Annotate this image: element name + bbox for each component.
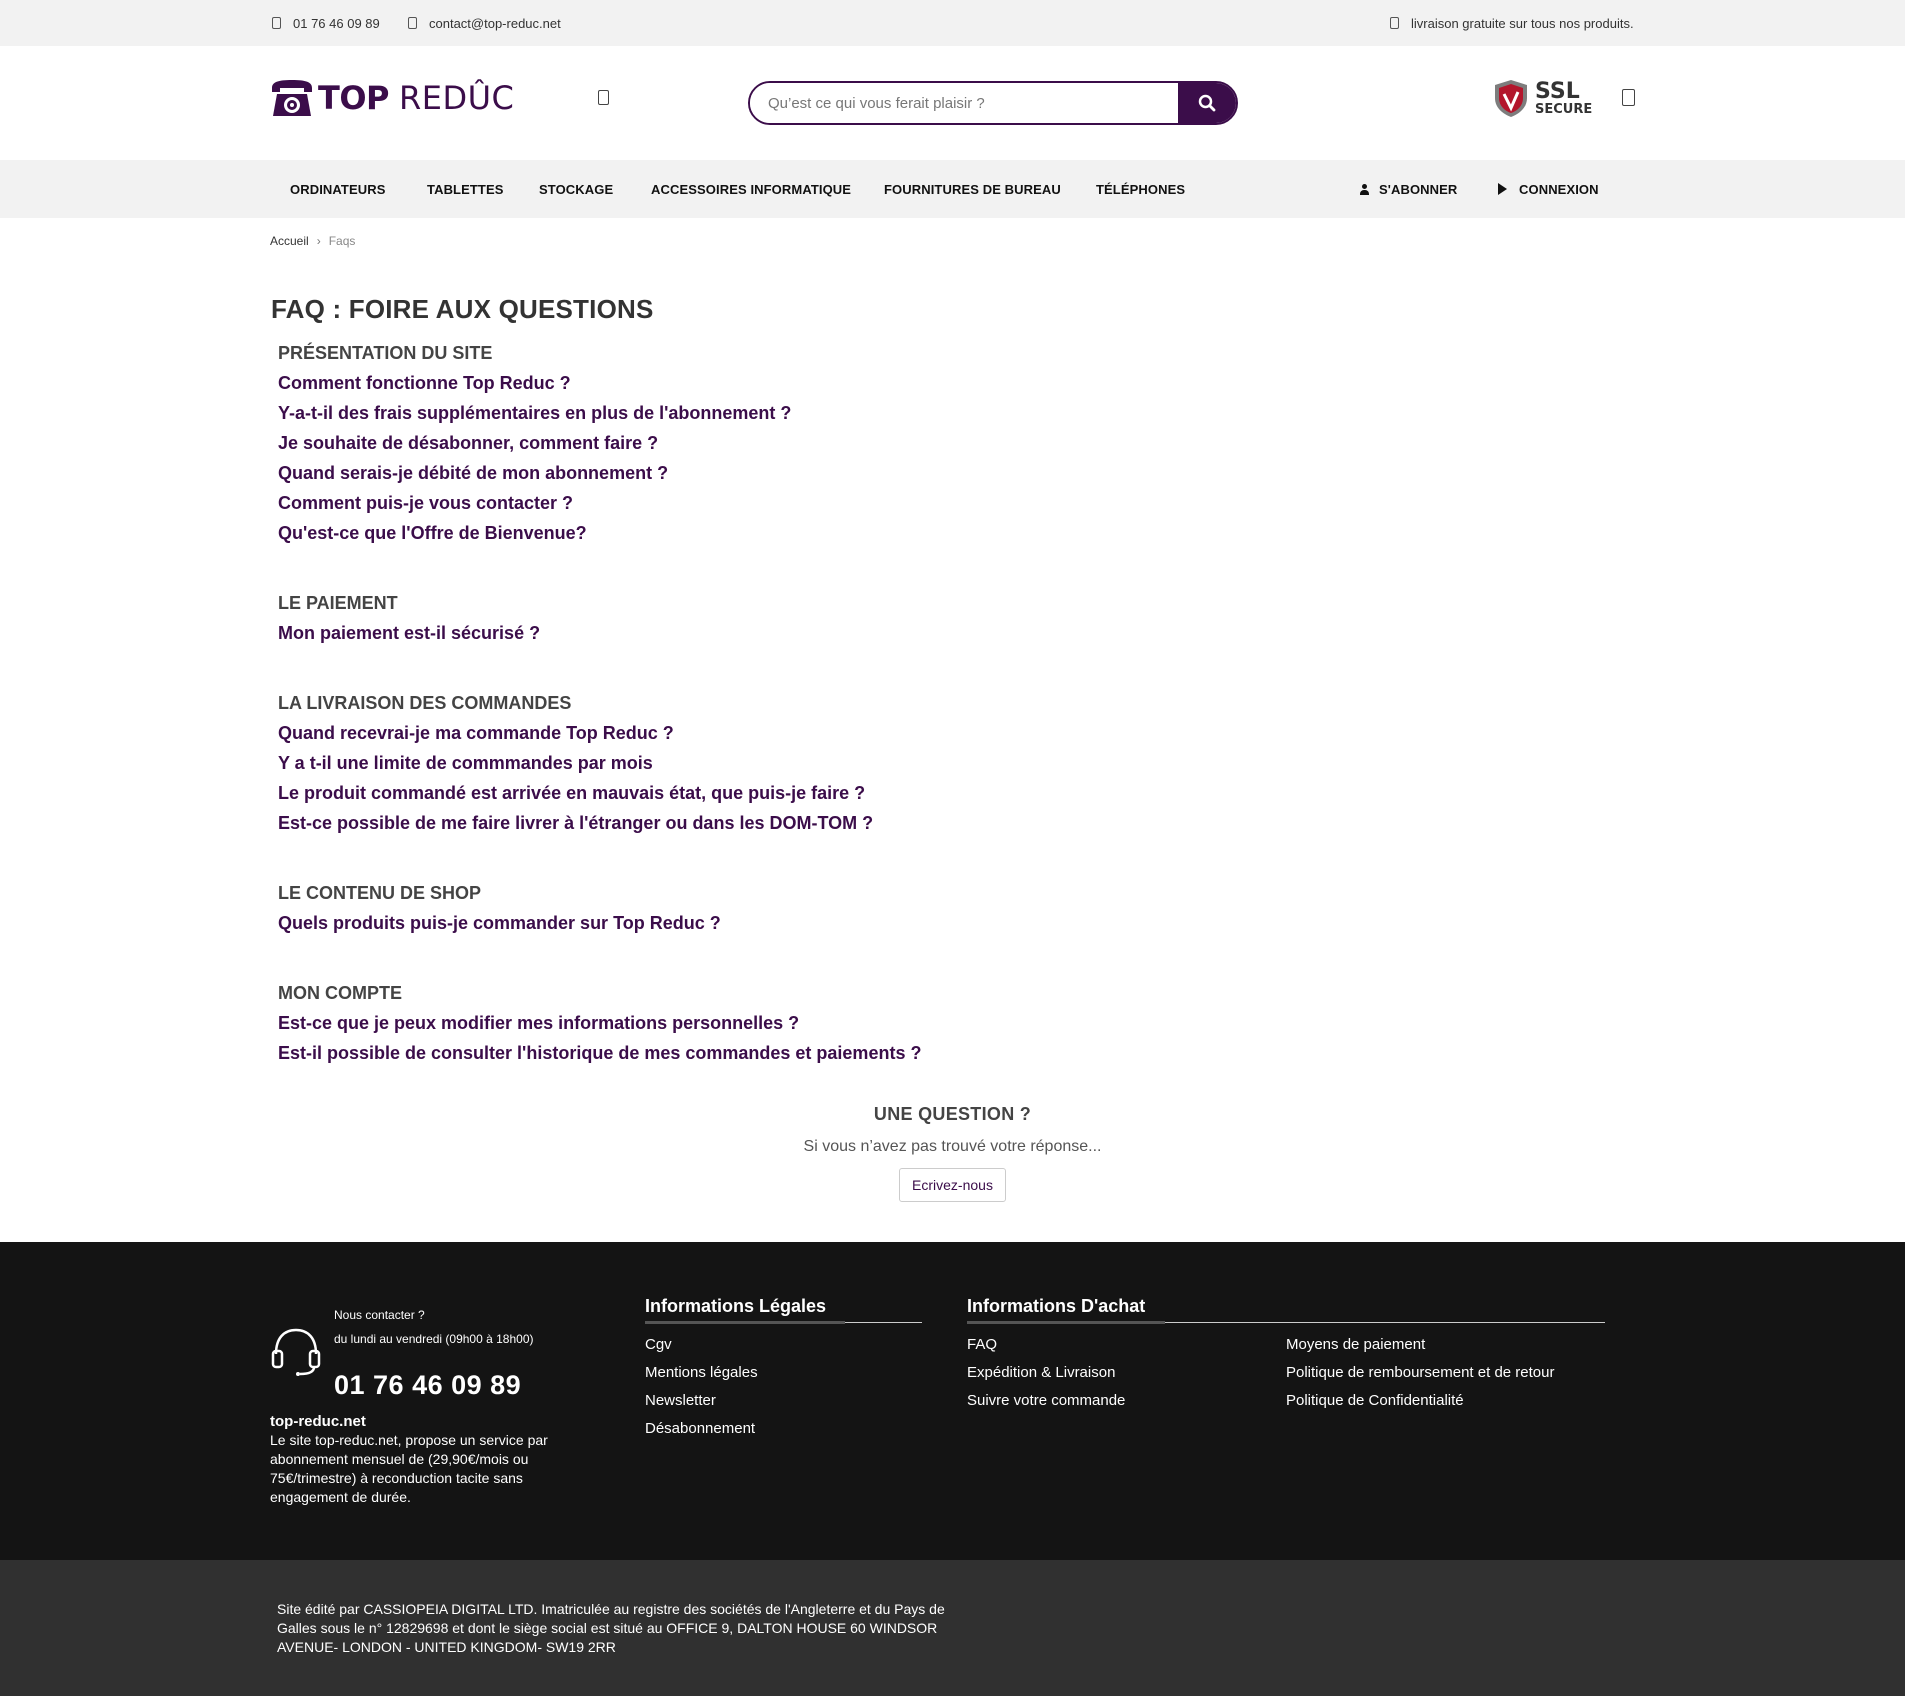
cart-icon[interactable] [1622,89,1635,106]
telephone-logo-icon [272,80,312,116]
footer-about: top-reduc.net Le site top-reduc.net, pro… [270,1412,580,1507]
footer-link-suivre-commande[interactable]: Suivre votre commande [967,1392,1125,1409]
contact-hours: du lundi au vendredi (09h00 à 18h00) [334,1332,534,1346]
topbar-phone[interactable]: 01 76 46 09 89 [272,0,380,46]
subscribe-label: S'ABONNER [1379,181,1458,197]
purchase-column-title: Informations D'achat [967,1296,1146,1316]
ssl-shield-icon [1495,80,1527,117]
faq-question[interactable]: Y-a-t-il des frais supplémentaires en pl… [278,402,1178,432]
footer-link-mentions-legales[interactable]: Mentions légales [645,1364,758,1381]
search-button[interactable] [1178,83,1236,123]
breadcrumb-home[interactable]: Accueil [270,234,309,248]
ssl-line2: SECURE [1535,101,1593,117]
logo[interactable]: TOP REDÛC [270,76,514,120]
header: TOP REDÛC SSL SECURE [0,46,1905,160]
topbar-shipping-text: livraison gratuite sur tous nos produits… [1411,15,1634,31]
faq-section-title: LE CONTENU DE SHOP [278,883,482,903]
main-nav: ORDINATEURS TABLETTES STOCKAGE ACCESSOIR… [0,160,1905,218]
contact-label: Nous contacter ? [334,1308,425,1322]
nav-item-tablettes[interactable]: TABLETTES [427,160,504,218]
faq-section-title: LE PAIEMENT [278,593,398,613]
question-title: UNE QUESTION ? [873,1104,1032,1124]
write-us-button[interactable]: Ecrivez-nous [899,1168,1006,1202]
footer-link-cgv[interactable]: Cgv [645,1336,672,1353]
faq-section: LA LIVRAISON DES COMMANDES Quand recevra… [278,692,1178,842]
about-text: Le site top-reduc.net, propose un servic… [270,1432,548,1505]
faq-question[interactable]: Quels produits puis-je commander sur Top… [278,912,1178,942]
faq-list: PRÉSENTATION DU SITE Comment fonctionne … [278,342,1178,1112]
logo-top-text: TOP [318,79,389,117]
play-icon [1498,183,1507,195]
faq-question[interactable]: Je souhaite de désabonner, comment faire… [278,432,1178,462]
login-label: CONNEXION [1519,181,1599,197]
question-box: UNE QUESTION ? Si vous n’avez pas trouvé… [0,1104,1905,1202]
breadcrumb-current: Faqs [328,234,356,248]
breadcrumb: Accueil › Faqs [270,234,355,248]
faq-question[interactable]: Est-ce possible de me faire livrer à l'é… [278,812,1178,842]
faq-section-title: MON COMPTE [278,983,402,1003]
faq-question[interactable]: Comment puis-je vous contacter ? [278,492,1178,522]
page-title: FAQ : FOIRE AUX QUESTIONS [271,294,654,324]
headset-icon [271,1328,321,1376]
subfooter: Site édité par CASSIOPEIA DIGITAL LTD. I… [0,1560,1905,1696]
search-input[interactable] [750,83,1178,123]
contact-phone[interactable]: 01 76 46 09 89 [334,1370,521,1401]
nav-item-telephones[interactable]: TÉLÉPHONES [1096,160,1185,218]
faq-question[interactable]: Le produit commandé est arrivée en mauva… [278,782,1178,812]
faq-question[interactable]: Y a t-il une limite de commmandes par mo… [278,752,1178,782]
footer-link-desabonnement[interactable]: Désabonnement [645,1420,755,1437]
purchase-divider-accent [967,1321,1165,1324]
logo-reduc-text: REDÛC [398,79,515,117]
search-icon [1198,94,1216,112]
faq-section: LE PAIEMENT Mon paiement est-il sécurisé… [278,592,1178,652]
faq-section: LE CONTENU DE SHOP Quels produits puis-j… [278,882,1178,942]
ssl-line1: SSL [1535,78,1580,104]
page: 01 76 46 09 89 contact@top-reduc.net liv… [0,0,1905,1696]
topbar-email-text: contact@top-reduc.net [429,15,561,31]
question-subtitle: Si vous n’avez pas trouvé votre réponse.… [803,1138,1102,1155]
phone-icon [272,17,281,29]
breadcrumb-separator: › [316,234,321,248]
faq-section-title: PRÉSENTATION DU SITE [278,343,493,363]
faq-section: PRÉSENTATION DU SITE Comment fonctionne … [278,342,1178,552]
footer: Nous contacter ? du lundi au vendredi (0… [0,1242,1905,1560]
user-icon [1360,183,1369,195]
truck-icon [1390,17,1399,29]
legal-column-title: Informations Légales [645,1296,827,1316]
faq-question[interactable]: Comment fonctionne Top Reduc ? [278,372,1178,402]
faq-question[interactable]: Qu'est-ce que l'Offre de Bienvenue? [278,522,1178,552]
faq-question[interactable]: Est-ce que je peux modifier mes informat… [278,1012,1178,1042]
top-bar: 01 76 46 09 89 contact@top-reduc.net liv… [0,0,1905,46]
search-bar [748,81,1238,125]
faq-question[interactable]: Mon paiement est-il sécurisé ? [278,622,1178,652]
faq-question[interactable]: Quand recevrai-je ma commande Top Reduc … [278,722,1178,752]
mail-icon [408,17,417,29]
nav-item-ordinateurs[interactable]: ORDINATEURS [290,160,385,218]
footer-link-newsletter[interactable]: Newsletter [645,1392,716,1409]
nav-item-stockage[interactable]: STOCKAGE [539,160,613,218]
about-title: top-reduc.net [270,1413,366,1430]
faq-question[interactable]: Est-il possible de consulter l'historiqu… [278,1042,1178,1072]
nav-item-fournitures-de-bureau[interactable]: FOURNITURES DE BUREAU [884,160,1061,218]
nav-item-accessoires-informatique[interactable]: ACCESSOIRES INFORMATIQUE [651,160,851,218]
topbar-email[interactable]: contact@top-reduc.net [408,0,561,46]
menu-icon[interactable] [598,90,609,105]
footer-link-expedition-livraison[interactable]: Expédition & Livraison [967,1364,1115,1381]
login-link[interactable]: CONNEXION [1498,160,1599,218]
footer-link-faq[interactable]: FAQ [967,1336,997,1353]
topbar-phone-text: 01 76 46 09 89 [293,15,380,31]
ssl-badge: SSL SECURE [1493,78,1592,118]
faq-section-title: LA LIVRAISON DES COMMANDES [278,693,572,713]
footer-link-moyens-paiement[interactable]: Moyens de paiement [1286,1336,1425,1353]
legal-notice: Site édité par CASSIOPEIA DIGITAL LTD. I… [277,1601,945,1655]
subscribe-link[interactable]: S'ABONNER [1360,160,1457,218]
footer-link-remboursement-retour[interactable]: Politique de remboursement et de retour [1286,1364,1554,1381]
faq-question[interactable]: Quand serais-je débité de mon abonnement… [278,462,1178,492]
footer-link-confidentialite[interactable]: Politique de Confidentialité [1286,1392,1464,1409]
topbar-shipping: livraison gratuite sur tous nos produits… [1390,0,1634,46]
legal-divider-accent [645,1321,845,1324]
faq-section: MON COMPTE Est-ce que je peux modifier m… [278,982,1178,1072]
